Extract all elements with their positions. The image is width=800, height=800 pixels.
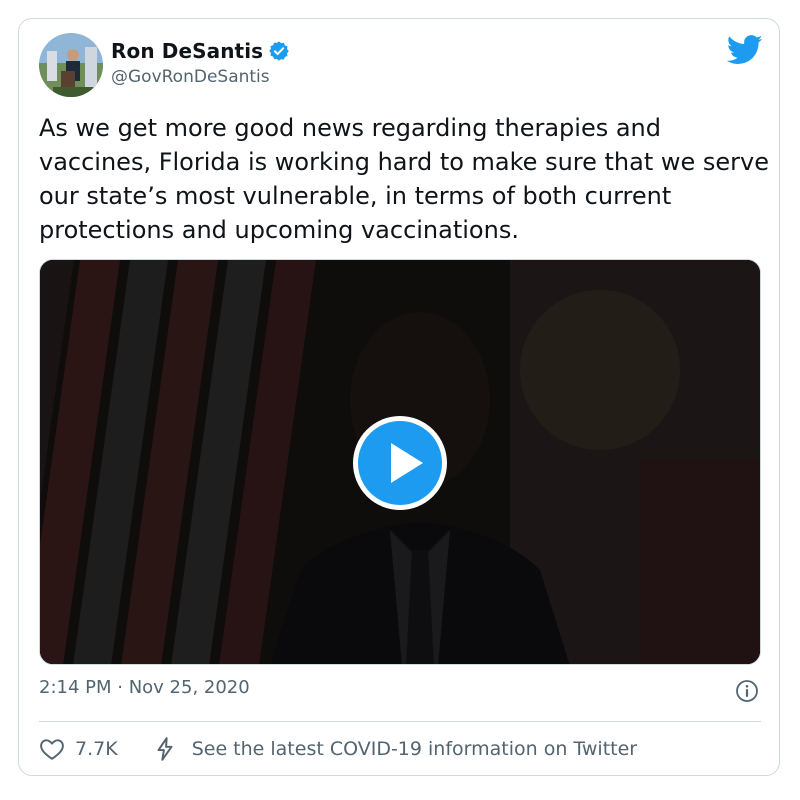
covid-info-link[interactable]: See the latest COVID-19 information on T… bbox=[152, 736, 637, 762]
tweet-card[interactable]: Ron DeSantis @GovRonDeSantis As we get m… bbox=[18, 18, 780, 776]
avatar-image bbox=[39, 33, 103, 97]
like-count: 7.7K bbox=[75, 738, 118, 760]
covid-bolt-icon bbox=[157, 737, 173, 761]
play-icon[interactable] bbox=[353, 416, 447, 510]
twitter-bird-icon[interactable] bbox=[727, 35, 763, 65]
author-block: Ron DeSantis @GovRonDeSantis bbox=[111, 37, 290, 87]
divider bbox=[39, 721, 761, 722]
info-icon[interactable] bbox=[735, 679, 759, 703]
video-player[interactable] bbox=[39, 259, 761, 665]
covid-info-label: See the latest COVID-19 information on T… bbox=[191, 738, 638, 760]
author-handle[interactable]: @GovRonDeSantis bbox=[111, 67, 290, 87]
tweet-timestamp[interactable]: 2:14 PM · Nov 25, 2020 bbox=[39, 677, 250, 698]
heart-icon bbox=[40, 739, 64, 760]
tweet-text: As we get more good news regarding thera… bbox=[39, 114, 770, 244]
verified-badge-icon bbox=[269, 41, 289, 61]
like-button[interactable]: 7.7K bbox=[39, 736, 118, 762]
action-bar: 7.7K See the latest COVID-19 information… bbox=[39, 733, 637, 765]
author-name[interactable]: Ron DeSantis bbox=[111, 39, 263, 63]
avatar[interactable] bbox=[39, 33, 103, 97]
